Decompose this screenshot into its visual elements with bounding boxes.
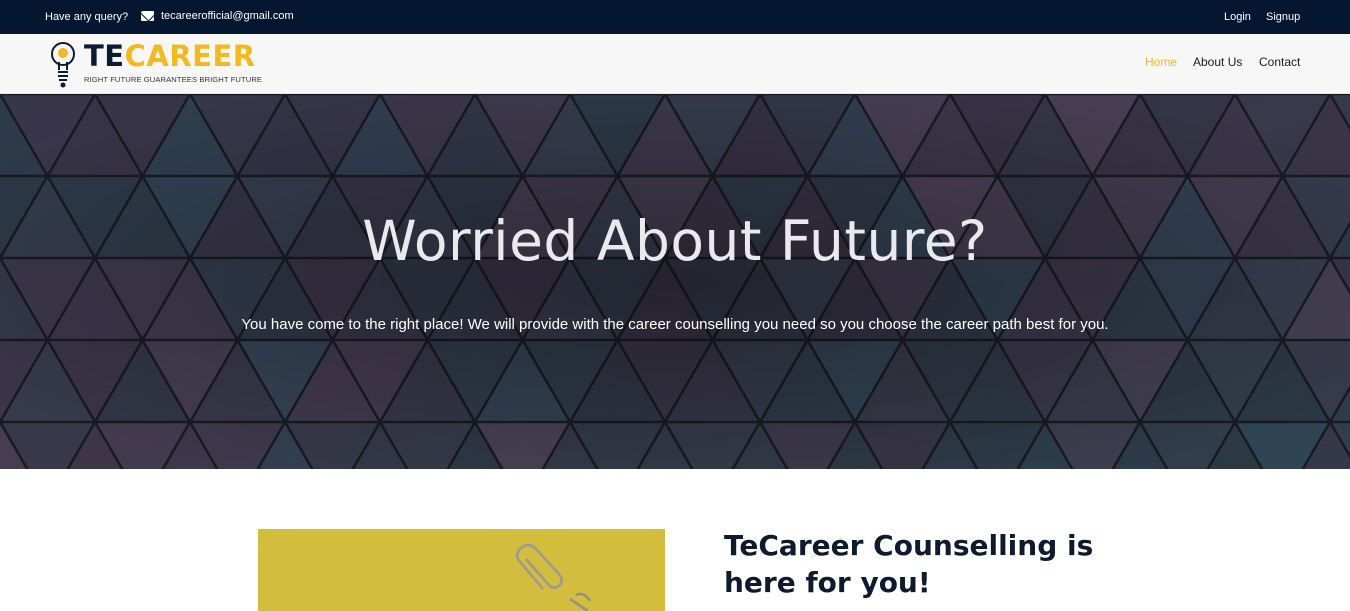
hero-title: Worried About Future? [362,209,988,273]
nav-about-us[interactable]: About Us [1193,55,1242,69]
top-bar: Have any query? tecareerofficial@gmail.c… [0,0,1350,34]
counselling-photo [258,529,665,611]
logo-tagline: RIGHT FUTURE GUARANTEES BRIGHT FUTURE [84,75,263,84]
signup-link[interactable]: Signup [1266,11,1300,23]
login-link[interactable]: Login [1224,11,1251,23]
hero-description: You have come to the right place! We wil… [241,316,1109,333]
main-navbar: TECAREER RIGHT FUTURE GUARANTEES BRIGHT … [0,34,1350,94]
nav-contact[interactable]: Contact [1259,55,1300,69]
hero-banner: Worried About Future? You have come to t… [0,94,1350,469]
hero-background-image [0,94,1350,469]
paperclip-image [516,543,592,611]
envelope-icon [141,11,154,21]
brand-logo[interactable]: TECAREER RIGHT FUTURE GUARANTEES BRIGHT … [50,38,270,90]
email-address[interactable]: tecareerofficial@gmail.com [161,10,294,22]
section-heading: TeCareer Counselling is here for you! [724,529,1094,599]
query-label: Have any query? [45,11,129,23]
lightbulb-icon [51,42,75,88]
logo-wordmark: TECAREER [84,39,256,73]
email-contact[interactable]: tecareerofficial@gmail.com [141,10,294,22]
nav-home[interactable]: Home [1145,55,1177,69]
